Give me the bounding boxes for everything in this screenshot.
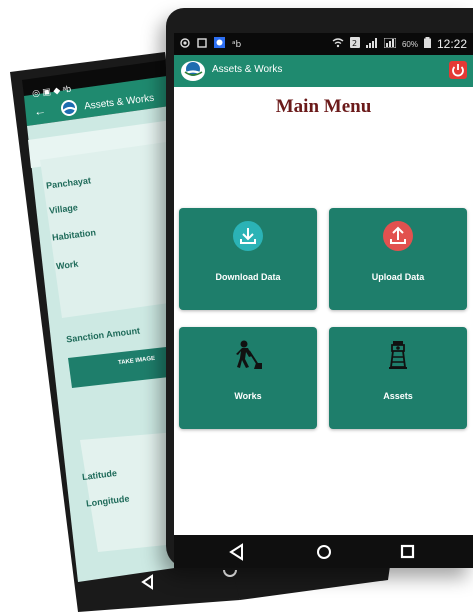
app-notification-icon: [214, 37, 225, 51]
label-habitation: Habitation: [51, 227, 97, 243]
label-village: Village: [48, 202, 79, 216]
label-panchayat: Panchayat: [45, 175, 92, 191]
battery-percent: 60%: [401, 39, 418, 49]
svg-text:2: 2: [352, 39, 357, 48]
label-longitude: Longitude: [85, 493, 130, 509]
label-sanction-amount: Sanction Amount: [65, 325, 141, 345]
page-title: Main Menu: [275, 96, 372, 117]
upload-icon: [382, 220, 414, 252]
wifi-icon: [332, 37, 344, 51]
translate-icon: ᵃb: [232, 38, 243, 51]
status-bar: ᵃb 2 60% 12:22: [174, 33, 473, 55]
back-status-icons: ◎ ▣ ◆ ᵃb: [31, 83, 72, 99]
navigation-bar: [174, 535, 473, 568]
assets-button[interactable]: Assets: [329, 327, 467, 429]
sim-icon: 2: [349, 37, 360, 51]
battery-icon: [423, 37, 431, 51]
svg-text:ᵃb: ᵃb: [232, 40, 242, 48]
front-phone: ᵃb 2 60% 12:22 Assets & Works Main Menu …: [166, 8, 473, 568]
download-icon: [232, 220, 264, 252]
back-app-logo-icon: [57, 98, 81, 119]
works-label: Works: [234, 391, 262, 401]
worker-shovel-icon: [232, 339, 264, 371]
take-image-button[interactable]: TAKE IMAGE: [118, 356, 156, 366]
upload-data-button[interactable]: Upload Data: [329, 208, 467, 310]
main-menu-screen: Main Menu Download Data Upload Data Work…: [174, 87, 473, 535]
signal-icon-2: [383, 37, 397, 51]
home-icon[interactable]: [315, 543, 333, 561]
clock: 12:22: [436, 37, 467, 51]
works-button[interactable]: Works: [179, 327, 317, 429]
download-data-label: Download Data: [215, 272, 281, 282]
app-title: Assets & Works: [212, 64, 283, 75]
back-arrow-icon: ←: [33, 103, 47, 119]
power-icon[interactable]: [449, 61, 467, 79]
back-app-title: Assets & Works: [83, 92, 155, 113]
recents-icon[interactable]: [399, 543, 417, 561]
label-work: Work: [55, 258, 79, 272]
label-latitude: Latitude: [81, 467, 118, 483]
gallery-icon: [197, 37, 207, 51]
signal-icon: [365, 37, 378, 51]
tower-icon: [382, 339, 414, 371]
assets-label: Assets: [383, 391, 413, 401]
upload-data-label: Upload Data: [371, 272, 425, 282]
download-data-button[interactable]: Download Data: [179, 208, 317, 310]
back-icon[interactable]: [228, 543, 246, 561]
record-icon: [180, 37, 190, 51]
globe-hand-logo-icon: [180, 60, 206, 82]
app-bar: Assets & Works: [174, 55, 473, 87]
